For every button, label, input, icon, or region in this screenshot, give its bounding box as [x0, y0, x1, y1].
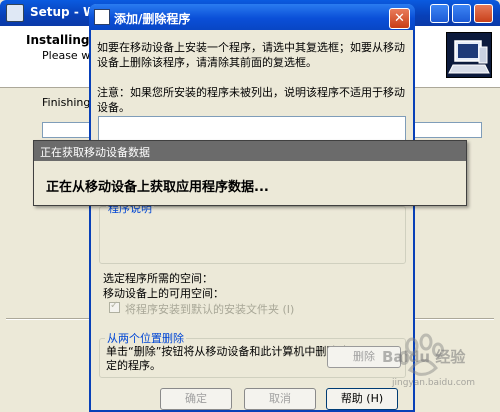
close-icon: ✕ [394, 11, 405, 26]
setup-app-icon [6, 4, 24, 22]
watermark-url: jingyan.baidu.com [392, 378, 476, 388]
required-space-label: 选定程序所需的空间： [103, 272, 213, 285]
dialog-note: 注意：如果您所安装的程序未被列出，说明该程序不适用于移动设备。 [97, 86, 405, 114]
dialog-title: 添加/删除程序 [114, 12, 191, 26]
remove-group-label: 从两个位置删除 [105, 330, 186, 346]
ok-button[interactable]: 确定 [160, 388, 232, 410]
minimize-button[interactable] [430, 4, 449, 23]
dialog-close-button[interactable]: ✕ [389, 8, 410, 29]
setup-status-text: Finishing [42, 96, 91, 109]
available-space-label: 移动设备上的可用空间： [103, 287, 224, 300]
watermark-text: Baidu 经验 [382, 348, 466, 366]
setup-subheading: Please w [42, 49, 91, 62]
computer-icon [446, 32, 492, 78]
default-folder-label: 将程序安装到默认的安装文件夹 (I) [125, 303, 295, 316]
cancel-button[interactable]: 取消 [244, 388, 316, 410]
remove-instruction: 单击“删除”按钮将从移动设备和此计算机中删除选定的程序。 [106, 345, 349, 372]
checkmark-icon: ✓ [110, 300, 119, 311]
setup-close-button[interactable] [474, 4, 493, 23]
maximize-button[interactable] [452, 4, 471, 23]
app-icon [94, 9, 110, 25]
popup-message: 正在从移动设备上获取应用程序数据... [46, 180, 269, 195]
setup-heading: Installing [26, 33, 90, 47]
popup-title: 正在获取移动设备数据 [40, 146, 150, 159]
dialog-instruction: 如要在移动设备上安装一个程序，请选中其复选框；如要从移动设备上删除该程序，请清除… [97, 41, 405, 69]
help-button[interactable]: 帮助 (H) [326, 388, 398, 410]
